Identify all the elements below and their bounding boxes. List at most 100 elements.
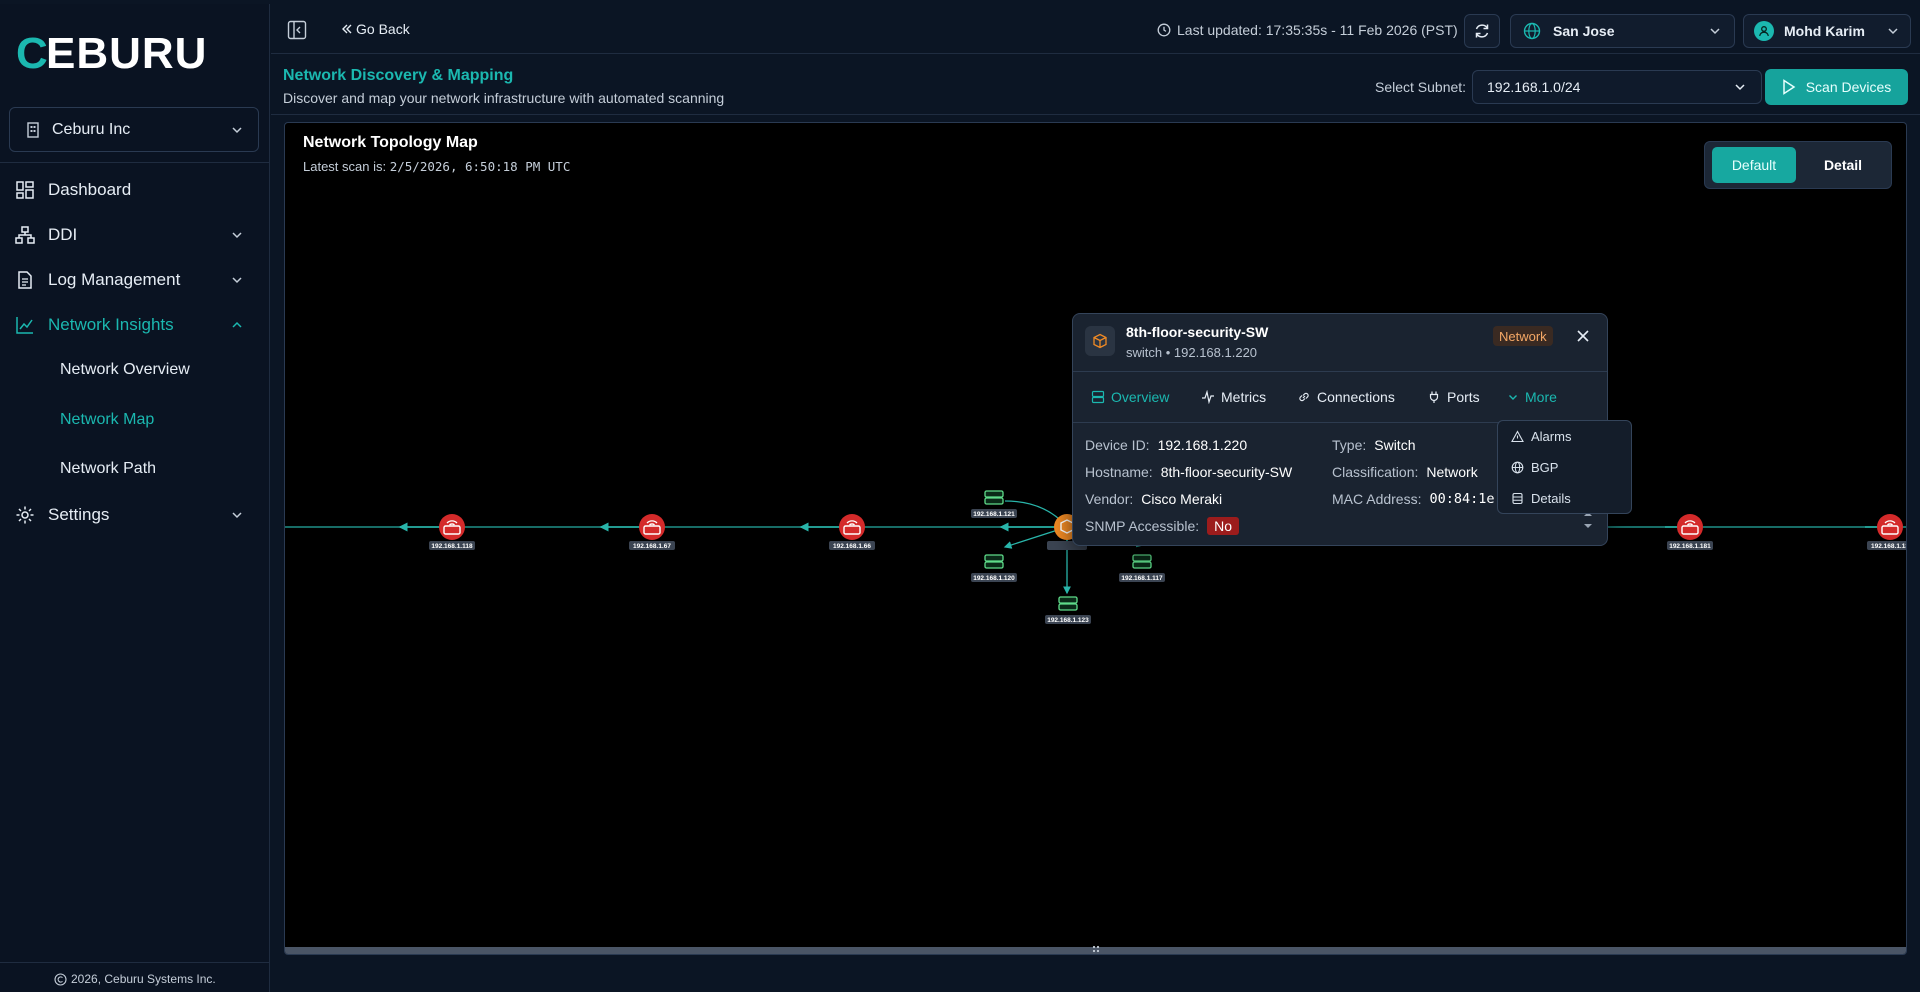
go-back-label: Go Back <box>356 21 410 37</box>
field-label: SNMP Accessible: <box>1085 518 1200 534</box>
tab-label: More <box>1525 389 1557 405</box>
org-selector[interactable]: Ceburu Inc <box>9 107 259 152</box>
subnet-select[interactable]: 192.168.1.0/24 <box>1472 70 1762 104</box>
field-value: Network <box>1426 464 1478 480</box>
tab-more[interactable]: More <box>1507 389 1557 405</box>
field-label: Vendor: <box>1085 491 1134 507</box>
field-label: Classification: <box>1332 464 1419 480</box>
gear-icon <box>14 504 36 526</box>
topology-node-router[interactable]: 192.168.1.181 <box>1667 514 1713 550</box>
sidebar-collapse-icon[interactable] <box>287 20 307 40</box>
page-subtitle: Discover and map your network infrastruc… <box>283 90 725 106</box>
node-label: 192.168.1.120 <box>973 575 1015 582</box>
latest-scan: Latest scan is: 2/5/2026, 6:50:18 PM UTC <box>303 159 570 174</box>
page-title: Network Discovery & Mapping <box>283 67 514 84</box>
divider <box>0 962 270 963</box>
sidebar-item-dashboard[interactable]: Dashboard <box>0 171 270 209</box>
user-menu[interactable]: Mohd Karim <box>1743 14 1911 48</box>
tab-overview[interactable]: Overview <box>1091 389 1169 405</box>
location-value: San Jose <box>1553 23 1615 39</box>
tab-label: Overview <box>1111 389 1170 405</box>
topology-node-server[interactable]: 192.168.1.121 <box>971 490 1017 518</box>
topology-node-router[interactable]: 192.168.1.118 <box>429 514 475 550</box>
menu-item-label: BGP <box>1531 460 1559 475</box>
tab-metrics[interactable]: Metrics <box>1201 389 1266 405</box>
sidebar-subitem-network-map[interactable]: Network Map <box>60 405 154 435</box>
document-icon <box>14 269 36 291</box>
chevron-down-icon <box>232 277 242 284</box>
divider <box>1073 371 1607 372</box>
double-chevron-left-icon <box>342 24 352 34</box>
topology-node-server[interactable]: 192.168.1.117 <box>1119 554 1165 582</box>
topology-node-router[interactable]: 192.168.1.13 <box>1867 514 1907 550</box>
node-label: 192.168.1.123 <box>1047 617 1089 624</box>
node-label: 192.168.1.118 <box>431 543 473 550</box>
sidebar-item-label: Network Insights <box>48 315 174 334</box>
building-icon <box>27 121 39 138</box>
user-icon <box>1759 26 1769 37</box>
sidebar-item-label: Dashboard <box>48 180 132 199</box>
chevron-down-icon <box>1735 84 1745 91</box>
globe-icon <box>1523 22 1541 40</box>
menu-item-label: Alarms <box>1531 429 1572 444</box>
menu-item-alarms[interactable]: Alarms <box>1511 429 1571 444</box>
refresh-button[interactable] <box>1464 14 1500 48</box>
location-selector[interactable]: San Jose <box>1510 14 1735 48</box>
sidebar-item-label: Log Management <box>48 270 181 289</box>
topology-node-server[interactable]: 192.168.1.123 <box>1045 596 1091 624</box>
footer-copyright: 2026, Ceburu Systems Inc. <box>54 972 216 986</box>
ceburu-logo: C EBURU <box>16 29 206 76</box>
tab-ports[interactable]: Ports <box>1427 389 1480 405</box>
close-icon[interactable] <box>1573 326 1593 346</box>
chevron-down-icon <box>232 232 242 239</box>
view-default-button[interactable]: Default <box>1712 147 1796 183</box>
org-name: Ceburu Inc <box>52 120 131 138</box>
topbar: Go Back Last updated: 17:35:35s - 11 Feb… <box>271 4 1920 54</box>
go-back-button[interactable]: Go Back <box>341 21 410 37</box>
device-name: 8th-floor-security-SW <box>1126 324 1269 340</box>
menu-item-bgp[interactable]: BGP <box>1511 460 1558 475</box>
chevron-down-icon <box>1888 28 1898 35</box>
node-label: 192.168.1.66 <box>833 543 871 550</box>
topology-node-router[interactable]: 192.168.1.66 <box>829 514 875 550</box>
tab-label: Metrics <box>1221 389 1267 405</box>
menu-item-details[interactable]: Details <box>1511 491 1571 506</box>
horizontal-scrollbar[interactable] <box>285 945 1906 954</box>
topology-node-server[interactable]: 192.168.1.120 <box>971 554 1017 582</box>
cube-icon <box>1093 333 1107 349</box>
field-device-id: Device ID: 192.168.1.220 <box>1085 437 1247 453</box>
sidebar-item-settings[interactable]: Settings <box>0 496 270 534</box>
node-label: 192.168.1.181 <box>1669 543 1711 550</box>
scan-devices-button[interactable]: Scan Devices <box>1765 69 1908 105</box>
plug-icon <box>1429 391 1439 403</box>
topology-node-router[interactable]: 192.168.1.67 <box>629 514 675 550</box>
node-label: 192.168.1.13 <box>1871 543 1907 550</box>
chevron-down-icon <box>1710 28 1720 35</box>
tab-connections[interactable]: Connections <box>1297 389 1395 405</box>
chevron-down-icon <box>232 126 242 133</box>
sidebar-item-network-insights[interactable]: Network Insights <box>0 306 270 344</box>
node-label: 192.168.1.117 <box>1121 575 1163 582</box>
field-classification: Classification: Network <box>1332 464 1478 480</box>
sidebar-subitem-network-overview[interactable]: Network Overview <box>60 355 190 385</box>
sidebar: C EBURU Ceburu Inc Dashboard DDI Log Man… <box>0 4 270 992</box>
tab-label: Ports <box>1447 389 1480 405</box>
clock-icon <box>1157 23 1171 37</box>
latest-scan-time: 2/5/2026, 6:50:18 PM UTC <box>389 159 571 174</box>
sidebar-item-log-management[interactable]: Log Management <box>0 261 270 299</box>
svg-text:C: C <box>16 29 49 76</box>
field-label: MAC Address: <box>1332 491 1422 507</box>
sidebar-subitem-network-path[interactable]: Network Path <box>60 454 156 484</box>
tab-label: Connections <box>1317 389 1395 405</box>
field-type: Type: Switch <box>1332 437 1415 453</box>
link-icon <box>1299 392 1309 402</box>
node-label: 192.168.1.67 <box>633 543 671 550</box>
drag-handle-icon <box>1092 945 1100 954</box>
copyright-icon <box>54 972 67 986</box>
view-detail-button[interactable]: Detail <box>1801 147 1885 183</box>
sidebar-item-ddi[interactable]: DDI <box>0 216 270 254</box>
network-tree-icon <box>14 224 36 246</box>
refresh-icon <box>1475 24 1489 38</box>
classification-badge: Network <box>1493 326 1553 346</box>
chevron-down-icon <box>1509 395 1517 400</box>
